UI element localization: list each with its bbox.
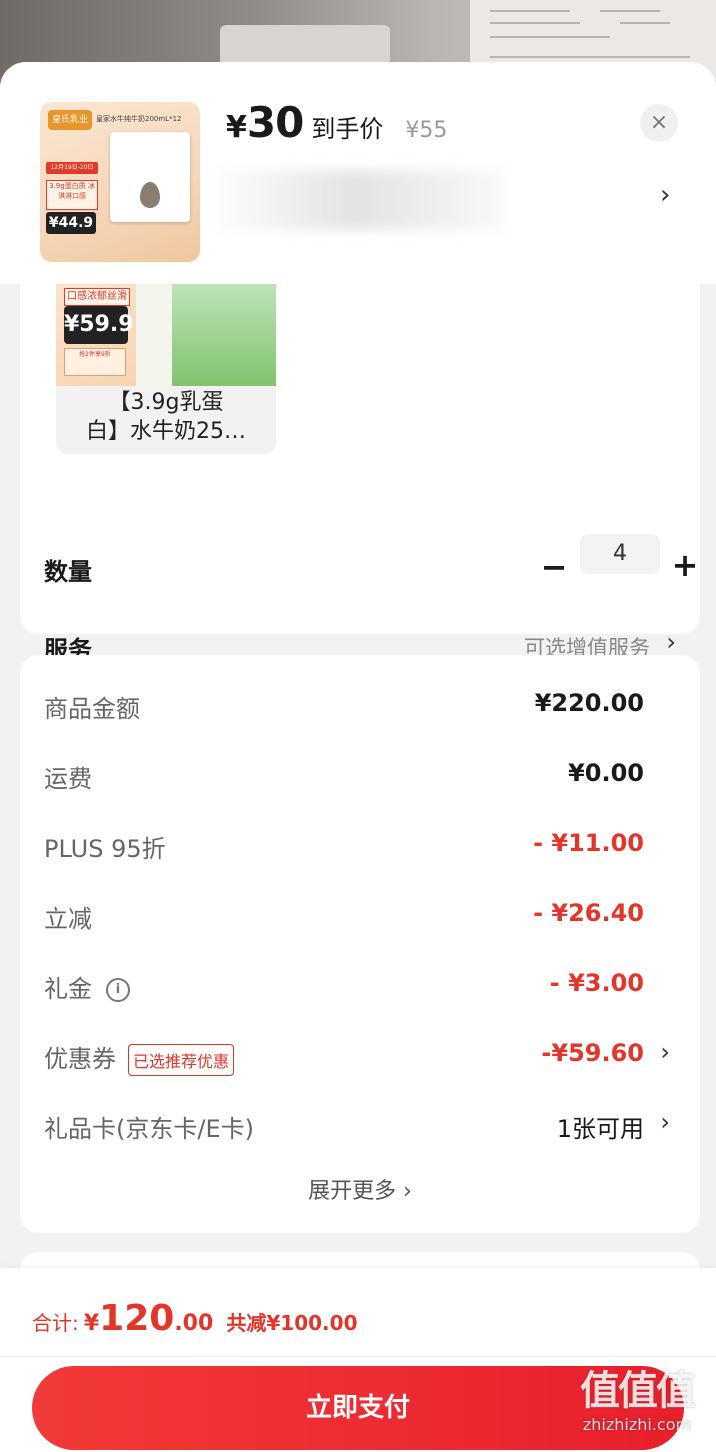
chevron-right-icon: › — [666, 628, 676, 656]
original-price: ¥55 — [405, 118, 448, 143]
variant-tag: 口感浓郁丝滑 — [64, 288, 130, 306]
info-icon[interactable]: i — [106, 978, 130, 1002]
summary-label: 立减 — [44, 905, 92, 933]
summary-value: - ¥11.00 — [533, 829, 644, 857]
summary-label: 运费 — [44, 765, 92, 793]
coupon-tag: 已选推荐优惠 — [128, 1044, 235, 1076]
summary-label: 商品金额 — [44, 695, 140, 723]
thumb-price: ¥44.9 — [46, 212, 96, 234]
product-box-image — [110, 132, 190, 222]
watermark: 值值值 zhizhizhi.com — [562, 1366, 712, 1446]
expand-more-button[interactable]: 展开更多 › — [20, 1173, 700, 1205]
price-label: 到手价 — [311, 115, 384, 143]
summary-row-plus: PLUS 95折 - ¥11.00 — [44, 829, 676, 865]
price-value: 30 — [246, 98, 304, 147]
variant-price-badge: ¥59.9 — [64, 306, 134, 344]
currency-symbol: ¥ — [226, 110, 247, 145]
summary-label-wrap: 优惠券 已选推荐优惠 — [44, 1039, 235, 1076]
total-integer: 120 — [99, 1298, 175, 1339]
summary-row-goods: 商品金额 ¥220.00 — [44, 689, 676, 725]
total-currency: ¥ — [83, 1311, 100, 1336]
chevron-right-icon: › — [660, 1108, 670, 1136]
chevron-right-icon: › — [660, 1038, 670, 1066]
total-label: 合计: — [32, 1311, 79, 1335]
variant-image: 口感浓郁丝滑 ¥59.9 抢2件享9折 — [56, 284, 276, 386]
product-thumbnail[interactable]: 皇氏乳业 皇家水牛纯牛奶200mL*12 12月19日-20日 3.9g蛋白质 … — [40, 102, 200, 262]
brand-logo: 皇氏乳业 — [48, 110, 92, 130]
summary-value: ¥0.00 — [568, 759, 644, 787]
close-icon[interactable]: × — [640, 104, 678, 142]
pasture-image — [172, 284, 276, 386]
variant-option[interactable]: 口感浓郁丝滑 ¥59.9 抢2件享9折 【3.9g乳蛋 白】水牛奶25… — [56, 284, 276, 454]
sheet-header: 皇氏乳业 皇家水牛纯牛奶200mL*12 12月19日-20日 3.9g蛋白质 … — [0, 62, 716, 284]
total-saved: 共减¥100.00 — [226, 1311, 358, 1335]
summary-value: - ¥3.00 — [549, 969, 644, 997]
quantity-row: 数量 − 4 + — [44, 534, 698, 592]
quantity-input[interactable]: 4 — [580, 534, 660, 574]
watermark-site: zhizhizhi.com — [582, 1415, 692, 1434]
summary-row-discount: 立减 - ¥26.40 — [44, 899, 676, 935]
summary-value: - ¥26.40 — [533, 899, 644, 927]
options-card: 口感浓郁丝滑 ¥59.9 抢2件享9折 【3.9g乳蛋 白】水牛奶25… 数量 … — [20, 284, 700, 664]
variant-promo: 抢2件享9折 — [64, 348, 126, 376]
purchase-sheet: 皇氏乳业 皇家水牛纯牛奶200mL*12 12月19日-20日 3.9g蛋白质 … — [0, 62, 716, 1452]
thumb-feature-tag: 3.9g蛋白质 冰淇淋口感 — [46, 180, 98, 210]
chevron-right-icon[interactable]: › — [660, 180, 670, 210]
blurred-spec-text — [205, 170, 505, 230]
summary-row-gift-card[interactable]: 礼品卡(京东卡/E卡) 1张可用 › — [44, 1108, 676, 1145]
price-summary-card: 商品金额 ¥220.00 运费 ¥0.00 PLUS 95折 - ¥11.00 … — [20, 655, 700, 1233]
summary-value: ¥220.00 — [534, 689, 644, 717]
quantity-label: 数量 — [44, 558, 92, 586]
thumb-date-tag: 12月19日-20日 — [46, 162, 98, 174]
milk-box-image — [136, 284, 172, 386]
summary-label: 礼品卡(京东卡/E卡) — [44, 1115, 254, 1143]
thumb-title: 皇家水牛纯牛奶200mL*12 — [96, 115, 182, 123]
summary-label: PLUS 95折 — [44, 835, 166, 863]
final-price: ¥30 到手价 ¥55 — [226, 98, 447, 147]
watermark-logo: 值值值 — [580, 1368, 696, 1414]
summary-value: 1张可用 — [556, 1115, 644, 1143]
variant-name-line1: 【3.9g乳蛋 — [108, 390, 224, 415]
variant-name: 【3.9g乳蛋 白】水牛奶25… — [56, 388, 276, 446]
divider — [0, 1356, 716, 1357]
total-decimal: .00 — [174, 1311, 214, 1336]
plus-icon[interactable]: + — [670, 546, 700, 584]
summary-value: -¥59.60 — [541, 1039, 644, 1067]
total-price: 合计: ¥120.00 共减¥100.00 — [32, 1298, 357, 1339]
summary-row-coupon[interactable]: 优惠券 已选推荐优惠 -¥59.60 › — [44, 1038, 676, 1076]
summary-row-gift-money: 礼金 i - ¥3.00 — [44, 969, 676, 1005]
summary-row-shipping: 运费 ¥0.00 — [44, 759, 676, 795]
variant-name-line2: 白】水牛奶25… — [86, 419, 246, 444]
summary-label: 礼金 — [44, 975, 92, 1003]
summary-label-wrap: 礼金 i — [44, 969, 130, 1004]
minus-icon[interactable]: − — [540, 548, 568, 586]
summary-label: 优惠券 — [44, 1045, 116, 1073]
